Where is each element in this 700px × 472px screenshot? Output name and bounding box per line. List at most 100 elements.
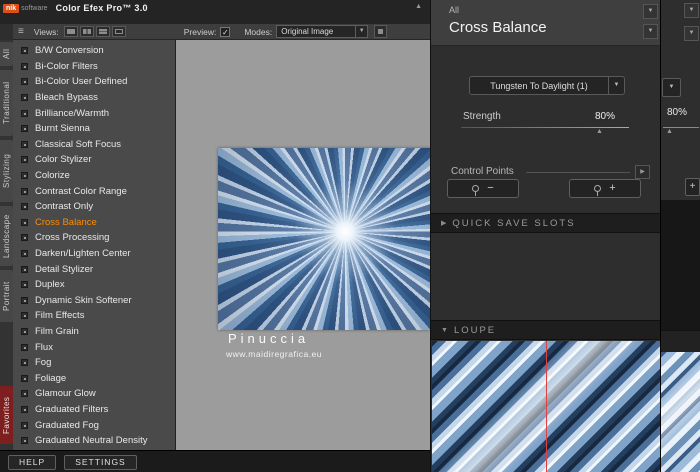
modes-dropdown-value: Original Image	[281, 27, 334, 36]
strength-label: Strength	[463, 111, 501, 122]
tab-all[interactable]: All	[0, 42, 13, 66]
edge-section-bar	[661, 330, 700, 352]
filter-item[interactable]: Detail Stylizer	[13, 261, 175, 277]
filter-item[interactable]: Darken/Lighten Center	[13, 246, 175, 262]
image-caption-url: www.maidiregrafica.eu	[226, 349, 323, 359]
view-split-horizontal-button[interactable]	[95, 26, 110, 37]
filter-item[interactable]: Foliage	[13, 370, 175, 386]
preset-dropdown[interactable]: Tungsten To Daylight (1) ▼	[469, 76, 625, 95]
filter-item[interactable]: Contrast Only	[13, 199, 175, 215]
preview-checkbox[interactable]: ✓	[220, 26, 231, 37]
filter-bullet-icon	[21, 156, 28, 164]
background-color-button[interactable]	[374, 25, 388, 38]
filter-bullet-icon	[21, 78, 28, 86]
chevron-down-icon: ▼	[608, 77, 624, 94]
help-button[interactable]: HELP	[8, 455, 57, 470]
filter-bullet-icon	[21, 296, 28, 304]
filter-item[interactable]: Dynamic Skin Softener	[13, 293, 175, 309]
settings-button[interactable]: SETTINGS	[64, 455, 137, 470]
filter-item[interactable]: Brilliance/Warmth	[13, 105, 175, 121]
filter-item[interactable]: Cross Processing	[13, 230, 175, 246]
control-points-expand-button[interactable]: ▶	[635, 165, 650, 179]
edge-loupe-image	[661, 352, 700, 472]
filter-item[interactable]: Duplex	[13, 277, 175, 293]
loupe-label: LOUPE	[453, 324, 497, 336]
chevron-down-icon[interactable]: ▼	[643, 4, 658, 19]
filter-bullet-icon	[21, 109, 28, 117]
filter-item[interactable]: Film Grain	[13, 324, 175, 340]
chevron-down-icon[interactable]: ▼	[684, 3, 699, 18]
filter-item[interactable]: Color Stylizer	[13, 152, 175, 168]
filter-item[interactable]: Colorize	[13, 168, 175, 184]
filter-item[interactable]: B/W Conversion	[13, 43, 175, 59]
edge-control-point-plus-button[interactable]: +	[685, 178, 700, 196]
quick-save-slots-header[interactable]: ▶ QUICK SAVE SLOTS	[431, 213, 661, 233]
loupe-header[interactable]: ▼ LOUPE	[431, 320, 661, 340]
filter-bullet-icon	[21, 421, 28, 429]
filter-item[interactable]: Graduated Filters	[13, 402, 175, 418]
background-panel-edge: ▼ ▼ ▼ 80% ▲ +	[660, 0, 700, 472]
preset-dropdown-value: Tungsten To Daylight (1)	[490, 80, 588, 91]
filter-item[interactable]: Graduated Fog	[13, 417, 175, 433]
control-point-minus-button[interactable]: −	[447, 179, 519, 198]
filter-bullet-icon	[21, 172, 28, 180]
nik-logo: nik	[3, 3, 20, 13]
filter-bullet-icon	[21, 281, 28, 289]
nik-logo-software: software	[21, 4, 48, 12]
scroll-up-icon[interactable]: ▲	[415, 3, 422, 10]
view-split-vertical-button[interactable]	[79, 26, 94, 37]
filter-item[interactable]: Glamour Glow	[13, 386, 175, 402]
chevron-down-icon[interactable]: ▼	[643, 24, 658, 39]
modes-label: Modes:	[244, 26, 273, 37]
footer-bar: HELP SETTINGS	[0, 450, 430, 472]
tab-portrait[interactable]: Portrait	[0, 270, 13, 322]
filter-title: Cross Balance	[449, 19, 547, 36]
triangle-down-icon: ▼	[441, 326, 448, 334]
control-points-divider	[526, 172, 630, 173]
title-bar: nik software Color Efex Pro™ 3.0 ▲	[0, 0, 430, 24]
triangle-right-icon: ▶	[441, 220, 447, 227]
filter-bullet-icon	[21, 218, 28, 226]
filter-bullet-icon	[21, 94, 28, 102]
strength-slider-thumb[interactable]: ▲	[596, 128, 603, 135]
tab-favorites[interactable]: Favorites	[0, 386, 13, 444]
filter-category-label: All	[449, 5, 460, 15]
view-side-by-side-button[interactable]	[111, 26, 126, 37]
filter-bullet-icon	[21, 125, 28, 133]
control-point-plus-button[interactable]: +	[569, 179, 641, 198]
filter-item[interactable]: Burnt Sienna	[13, 121, 175, 137]
filter-item[interactable]: Bleach Bypass	[13, 90, 175, 106]
loupe-indicator-line	[546, 341, 547, 472]
filter-bullet-icon	[21, 203, 28, 211]
view-single-button[interactable]	[63, 26, 78, 37]
filter-item[interactable]: Graduated Neutral Density	[13, 433, 175, 449]
filter-bullet-icon	[21, 359, 28, 367]
filter-item[interactable]: Bi-Color User Defined	[13, 74, 175, 90]
edge-dark-region	[661, 200, 700, 330]
filter-item[interactable]: Film Effects	[13, 308, 175, 324]
filter-item[interactable]: Classical Soft Focus	[13, 137, 175, 153]
tab-landscape[interactable]: Landscape	[0, 206, 13, 266]
filter-item[interactable]: Fog	[13, 355, 175, 371]
modes-dropdown[interactable]: Original Image ▼	[276, 25, 369, 38]
filter-bullet-icon	[21, 374, 28, 382]
filter-bullet-icon	[21, 437, 28, 445]
tab-stylizing[interactable]: Stylizing	[0, 140, 13, 202]
app-title: Color Efex Pro™ 3.0	[55, 3, 148, 13]
filter-item[interactable]: Bi-Color Filters	[13, 59, 175, 75]
chevron-down-icon[interactable]: ▼	[662, 78, 681, 97]
tab-traditional[interactable]: Traditional	[0, 70, 13, 136]
filter-settings-header: All Cross Balance ▼ ▼	[431, 0, 661, 46]
filter-item[interactable]: Flux	[13, 339, 175, 355]
strength-slider-track[interactable]	[461, 127, 629, 128]
toolbar: ≡ Views: Preview: ✓ Modes: Original Imag…	[13, 24, 430, 40]
control-point-icon	[472, 185, 480, 196]
chevron-down-icon: ▼	[355, 26, 367, 37]
chevron-down-icon[interactable]: ▼	[684, 26, 699, 41]
filter-item-selected[interactable]: Cross Balance	[13, 215, 175, 231]
filter-menu-icon[interactable]: ≡	[18, 26, 24, 37]
edge-slider-thumb: ▲	[666, 128, 673, 135]
filter-bullet-icon	[21, 47, 28, 55]
filter-item[interactable]: Contrast Color Range	[13, 183, 175, 199]
control-point-icon	[594, 185, 602, 196]
